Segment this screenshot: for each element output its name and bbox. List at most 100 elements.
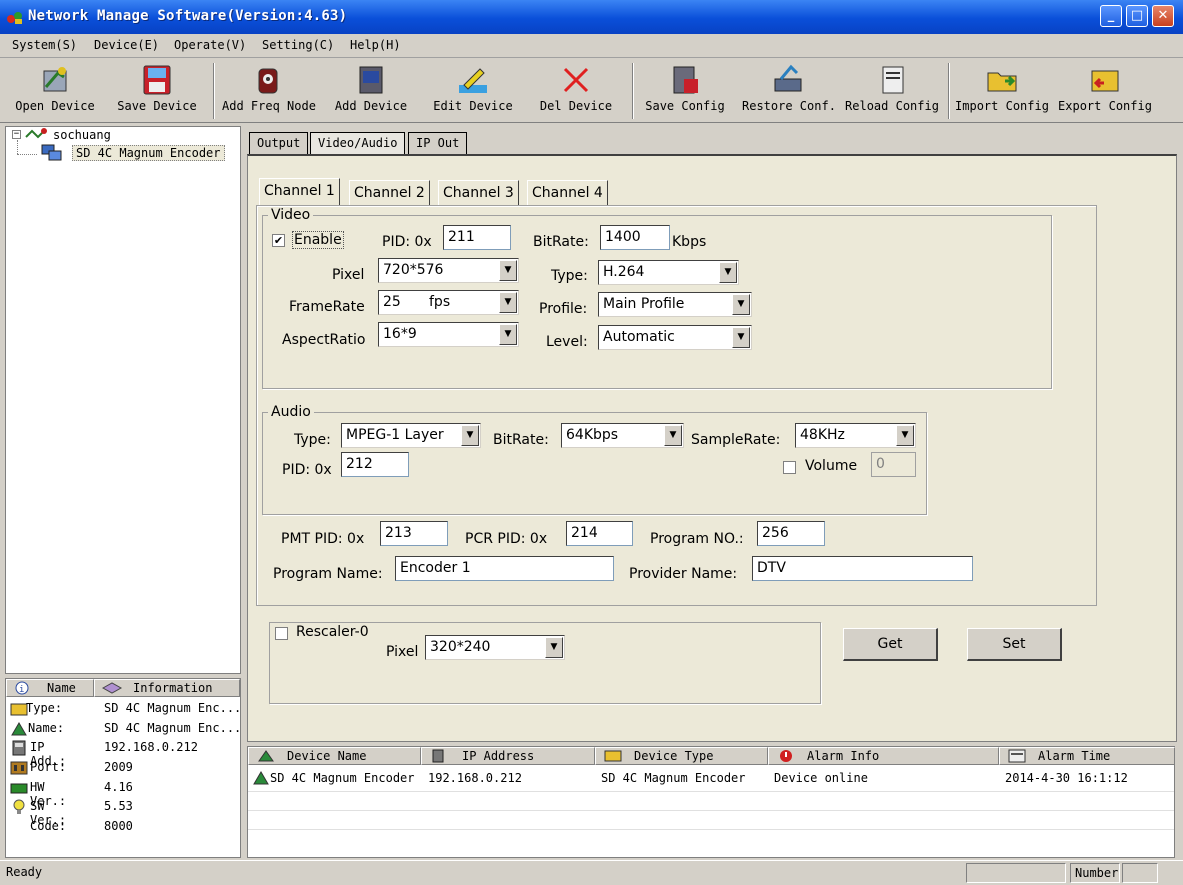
video-level-label: Level: (546, 334, 588, 350)
video-framerate-select[interactable]: 25 fps ▼ (378, 290, 519, 315)
col-device-name[interactable]: Device Name (248, 747, 421, 765)
dropdown-arrow-icon[interactable]: ▼ (732, 327, 750, 348)
add-freq-node-icon (258, 68, 278, 94)
reload-config-button[interactable]: Reload Config (844, 61, 940, 121)
video-pixel-select[interactable]: 720*576 ▼ (378, 258, 519, 283)
tab-channel-2[interactable]: Channel 2 (349, 180, 430, 206)
audio-pid-input[interactable]: 212 (341, 452, 409, 477)
tab-output[interactable]: Output (249, 132, 309, 155)
dropdown-arrow-icon[interactable]: ▼ (545, 637, 563, 658)
window-title: Network Manage Software(Version:4.63) (28, 8, 348, 24)
video-framerate-label: FrameRate (289, 299, 365, 315)
volume-checkbox[interactable] (783, 461, 796, 474)
dropdown-arrow-icon[interactable]: ▼ (461, 425, 479, 446)
video-type-select[interactable]: H.264 ▼ (598, 260, 739, 285)
video-level-select[interactable]: Automatic ▼ (598, 325, 752, 350)
maximize-button[interactable]: □ (1126, 5, 1148, 27)
audio-samplerate-label: SampleRate: (691, 432, 781, 448)
dropdown-arrow-icon[interactable]: ▼ (732, 294, 750, 315)
info-header-name[interactable]: i Name (6, 679, 94, 697)
audio-samplerate-select[interactable]: 48KHz ▼ (795, 423, 916, 448)
menu-bar: System(S) Device(E) Operate(V) Setting(C… (0, 34, 1183, 58)
tab-channel-1[interactable]: Channel 1 (259, 178, 340, 206)
status-pane-small (1122, 863, 1158, 883)
save-config-button[interactable]: Save Config (644, 61, 726, 121)
row-alarm-info: Device online (774, 771, 868, 785)
program-no-input[interactable]: 256 (757, 521, 825, 546)
device-info-panel: i Name Information Type: SD 4C Magnum En… (5, 678, 241, 858)
set-button[interactable]: Set (967, 628, 1062, 661)
col-device-type[interactable]: Device Type (595, 747, 768, 765)
program-no-label: Program NO.: (650, 531, 744, 547)
save-device-button[interactable]: Save Device (116, 61, 198, 121)
video-pid-input[interactable]: 211 (443, 225, 511, 250)
video-bitrate-input[interactable]: 1400 (600, 225, 670, 250)
dropdown-arrow-icon[interactable]: ▼ (719, 262, 737, 283)
provider-name-input[interactable]: DTV (752, 556, 973, 581)
get-button[interactable]: Get (843, 628, 938, 661)
video-legend: Video (271, 207, 311, 223)
video-enable-checkbox[interactable]: ✔ (272, 234, 285, 247)
info-header-information[interactable]: Information (94, 679, 240, 697)
program-name-input[interactable]: Encoder 1 (395, 556, 614, 581)
device-tree[interactable]: − sochuang SD 4C Magnum Encoder (5, 126, 241, 674)
tab-ip-out[interactable]: IP Out (408, 132, 468, 155)
pcr-pid-input[interactable]: 214 (566, 521, 633, 546)
volume-input[interactable]: 0 (871, 452, 916, 477)
col-alarm-time[interactable]: Alarm Time (999, 747, 1175, 765)
dropdown-arrow-icon[interactable]: ▼ (664, 425, 682, 446)
audio-bitrate-select[interactable]: 64Kbps ▼ (561, 423, 684, 448)
add-device-button[interactable]: Add Device (334, 61, 408, 121)
information-header-icon (101, 682, 123, 694)
rescaler-pixel-select[interactable]: 320*240 ▼ (425, 635, 565, 660)
menu-device[interactable]: Device(E) (94, 38, 159, 52)
video-aspect-select[interactable]: 16*9 ▼ (378, 322, 519, 347)
add-freq-node-button[interactable]: Add Freq Node (222, 61, 316, 121)
ip-address-icon (12, 740, 26, 756)
encoder-device-icon (41, 144, 62, 161)
pmt-pid-label: PMT PID: 0x (281, 531, 365, 547)
tab-video-audio[interactable]: Video/Audio (310, 132, 406, 155)
restore-conf-button[interactable]: Restore Conf. (742, 61, 836, 121)
open-device-button[interactable]: Open Device (14, 61, 96, 121)
minimize-button[interactable]: _ (1100, 5, 1122, 27)
import-config-icon (987, 72, 1017, 92)
title-bar[interactable]: Network Manage Software(Version:4.63) _ … (0, 0, 1183, 34)
edit-device-button[interactable]: Edit Device (432, 61, 514, 121)
del-device-button[interactable]: Del Device (538, 61, 614, 121)
dropdown-arrow-icon[interactable]: ▼ (499, 292, 517, 313)
volume-label: Volume (805, 458, 858, 474)
col-alarm-info[interactable]: Alarm Info (768, 747, 999, 765)
video-profile-select[interactable]: Main Profile ▼ (598, 292, 752, 317)
pmt-pid-input[interactable]: 213 (380, 521, 448, 546)
menu-help[interactable]: Help(H) (350, 38, 401, 52)
device-type-icon (604, 750, 622, 762)
menu-setting[interactable]: Setting(C) (262, 38, 334, 52)
dropdown-arrow-icon[interactable]: ▼ (499, 324, 517, 345)
rescaler-checkbox[interactable] (275, 627, 288, 640)
restore-conf-icon (774, 64, 802, 92)
tab-channel-3[interactable]: Channel 3 (438, 180, 519, 206)
svg-text:i: i (19, 685, 24, 695)
col-ip-address[interactable]: IP Address (421, 747, 595, 765)
audio-bitrate-label: BitRate: (493, 432, 549, 448)
dropdown-arrow-icon[interactable]: ▼ (499, 260, 517, 281)
app-icon (7, 12, 22, 24)
menu-operate[interactable]: Operate(V) (174, 38, 246, 52)
dropdown-arrow-icon[interactable]: ▼ (896, 425, 914, 446)
audio-type-select[interactable]: MPEG-1 Layer ▼ (341, 423, 481, 448)
device-list[interactable]: Device Name IP Address Device Type Alarm… (247, 746, 1175, 858)
tab-channel-4[interactable]: Channel 4 (527, 180, 608, 206)
tree-child-label[interactable]: SD 4C Magnum Encoder (72, 145, 225, 161)
close-button[interactable]: ✕ (1152, 5, 1174, 27)
video-pid-label: PID: 0x (382, 234, 432, 250)
menu-system[interactable]: System(S) (12, 38, 77, 52)
status-pane (966, 863, 1066, 883)
tree-root-label[interactable]: sochuang (53, 128, 111, 142)
export-config-button[interactable]: Export Config (1058, 61, 1152, 121)
tree-line (17, 154, 37, 155)
tree-collapse-toggle[interactable]: − (12, 130, 21, 139)
open-device-icon (43, 67, 67, 92)
name-icon (11, 722, 27, 736)
import-config-button[interactable]: Import Config (954, 61, 1050, 121)
